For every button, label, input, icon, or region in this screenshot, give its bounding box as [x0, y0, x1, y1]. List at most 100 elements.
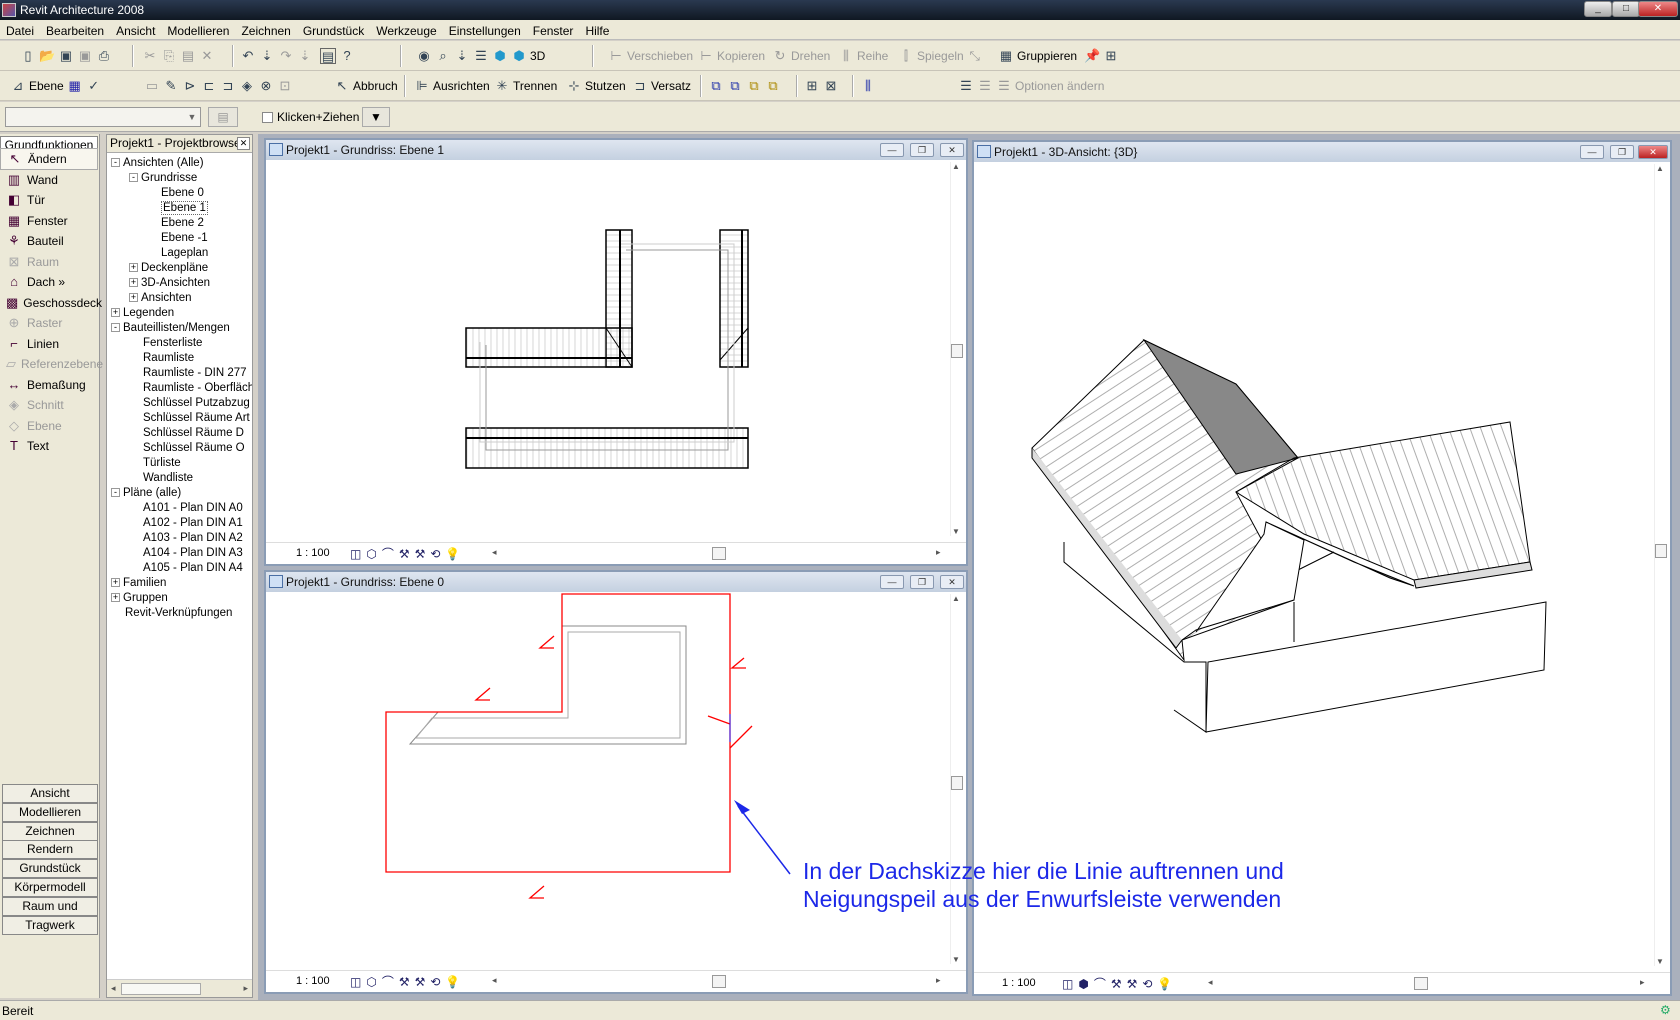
floorplan-level1-window[interactable]: Projekt1 - Grundriss: Ebene 1 — ❐ ✕ ▲ ▼ 1 …	[264, 138, 968, 566]
expand-icon[interactable]: +	[111, 308, 120, 318]
design-bar-item[interactable]: ⌐ Linien	[0, 333, 98, 355]
offset-button[interactable]: Versatz	[651, 79, 691, 93]
save-all-icon[interactable]: ▣	[77, 48, 93, 64]
help-pointer-icon[interactable]: ?	[339, 48, 355, 64]
design-bar-item[interactable]: ⌂ Dach »	[0, 271, 98, 293]
view-control-icons[interactable]: ◫⬡⌒⚒⚒⟲💡	[350, 973, 465, 990]
save-icon[interactable]: ▣	[58, 48, 74, 64]
minimize-icon[interactable]: —	[1580, 145, 1604, 159]
cut-icon[interactable]: ✂	[142, 48, 158, 64]
visibility-icon[interactable]: ◉	[416, 48, 432, 64]
design-bar-item[interactable]: ↔ Bemaßung	[0, 374, 98, 396]
resize-icon[interactable]: ⤡	[967, 48, 983, 64]
expand-icon[interactable]: +	[129, 293, 138, 303]
split-button[interactable]: Trennen	[513, 79, 557, 93]
tree-item[interactable]: + Gruppen	[111, 591, 168, 606]
menu-datei[interactable]: Datei	[0, 20, 40, 40]
tree-item[interactable]: Ebene 1	[147, 201, 208, 216]
scroll-left-icon[interactable]: ◂	[492, 975, 497, 986]
mirror-button[interactable]: Spiegeln	[917, 49, 964, 63]
tree-item[interactable]: +3D-Ansichten	[129, 276, 210, 291]
properties-icon[interactable]: ☰	[473, 48, 489, 64]
design-bar-tab[interactable]: Ansicht	[2, 784, 98, 803]
zoom-list-icon[interactable]: ⇣	[454, 48, 470, 64]
horizontal-scroll-thumb[interactable]	[712, 975, 726, 988]
restore-icon[interactable]: ❐	[1610, 145, 1634, 159]
scale-label[interactable]: 1 : 100	[1002, 977, 1036, 989]
collapse-icon[interactable]: -	[111, 488, 120, 498]
tree-item[interactable]: Ebene 0	[147, 186, 204, 201]
tree-item[interactable]: Schlüssel Räume O	[129, 441, 245, 456]
vertical-scrollbar[interactable]: ▲ ▼	[1654, 164, 1667, 966]
cancel-button[interactable]: Abbruch	[353, 79, 398, 93]
tree-item[interactable]: Ebene 2	[147, 216, 204, 231]
menu-werkzeuge[interactable]: Werkzeuge	[370, 20, 442, 40]
redo-icon[interactable]: ↷	[278, 48, 294, 64]
browser-hscrollbar[interactable]: ◂ ▸	[107, 979, 252, 997]
tree-item[interactable]: Türliste	[129, 456, 181, 471]
print-icon[interactable]: ⎙	[96, 48, 112, 64]
filter-icon[interactable]: ▼	[362, 107, 390, 127]
design-bar-tab[interactable]: Modellieren	[2, 802, 98, 822]
floorplan-level1-canvas[interactable]	[266, 160, 950, 544]
thin-lines-icon[interactable]: ▤	[320, 48, 336, 64]
close-icon[interactable]: ✕	[940, 575, 964, 589]
click-drag-checkbox[interactable]	[262, 112, 273, 123]
collapse-icon[interactable]: -	[111, 158, 120, 168]
vertical-scrollbar[interactable]: ▲ ▼	[950, 162, 963, 536]
close-icon[interactable]: ✕	[237, 137, 250, 150]
tool-e-icon[interactable]: ⊗	[258, 78, 274, 94]
tree-item[interactable]: - Pläne (alle)	[111, 486, 181, 501]
undo-list-icon[interactable]: ⇣	[259, 48, 275, 64]
collapse-icon[interactable]: -	[129, 173, 138, 183]
menu-fenster[interactable]: Fenster	[527, 20, 580, 40]
window-titlebar[interactable]: Projekt1 - Grundriss: Ebene 0 — ❐ ✕	[266, 572, 966, 592]
design-bar-item[interactable]: T Text	[0, 435, 98, 457]
scale-label[interactable]: 1 : 100	[296, 547, 330, 559]
design-bar-item[interactable]: ◇ Ebene	[0, 415, 98, 437]
redo-list-icon[interactable]: ⇣	[297, 48, 313, 64]
tree-item[interactable]: Raumliste	[129, 351, 194, 366]
design-bar-item[interactable]: ▦ Fenster	[0, 210, 98, 232]
tree-item[interactable]: - Grundrisse	[129, 171, 197, 186]
menu-zeichnen[interactable]: Zeichnen	[235, 20, 296, 40]
3d-view-button[interactable]: 3D	[530, 49, 545, 63]
align-button[interactable]: Ausrichten	[433, 79, 490, 93]
design-bar-tab[interactable]: Tragwerk	[2, 915, 98, 935]
tree-item[interactable]: Wandliste	[129, 471, 193, 486]
minimize-icon[interactable]: —	[880, 143, 904, 157]
tree-item[interactable]: Schlüssel Putzabzug	[129, 396, 250, 411]
scroll-right-icon[interactable]: ▸	[936, 975, 941, 986]
type-selector[interactable]: ▼	[5, 107, 201, 127]
tool-c-icon[interactable]: ⊏	[201, 78, 217, 94]
window-titlebar[interactable]: Projekt1 - Grundriss: Ebene 1 — ❐ ✕	[266, 140, 966, 160]
options-a-icon[interactable]: ☰	[958, 78, 974, 94]
minimize-icon[interactable]: —	[880, 575, 904, 589]
design-bar-tab[interactable]: Körpermodell	[2, 878, 98, 897]
design-bar-item[interactable]: ↖ Ändern	[0, 148, 98, 170]
3d-view-icon[interactable]: ⬢	[511, 48, 527, 64]
options-b-icon[interactable]: ☰	[977, 78, 993, 94]
group-button[interactable]: Gruppieren	[1017, 49, 1077, 63]
eyedropper-icon[interactable]: ✎	[163, 78, 179, 94]
scroll-left-icon[interactable]: ◂	[1208, 977, 1213, 988]
paint-icon[interactable]: ◈	[239, 78, 255, 94]
menu-hilfe[interactable]: Hilfe	[579, 20, 615, 40]
collapse-icon[interactable]: -	[111, 323, 120, 333]
restore-icon[interactable]: ❐	[910, 575, 934, 589]
tree-item[interactable]: Raumliste - Oberfläche	[129, 381, 252, 396]
view-control-icons[interactable]: ◫⬢⌒⚒⚒⟲💡	[1062, 975, 1177, 992]
tool-f-icon[interactable]: ⊡	[277, 78, 293, 94]
close-icon[interactable]: ✕	[1638, 145, 1668, 159]
scroll-right-icon[interactable]: ▸	[936, 547, 941, 558]
level-button[interactable]: Ebene	[29, 79, 64, 93]
hatch-icon[interactable]: ▦	[67, 78, 83, 94]
menu-grundstueck[interactable]: Grundstück	[297, 20, 370, 40]
properties-button[interactable]: ▤	[208, 107, 238, 127]
change-options-button[interactable]: Optionen ändern	[1015, 79, 1104, 93]
tree-item[interactable]: + Ansichten	[129, 291, 192, 306]
tree-item[interactable]: - Bauteillisten/Mengen	[111, 321, 230, 336]
open-icon[interactable]: 📂	[39, 48, 55, 64]
design-bar-item[interactable]: ▥ Wand	[0, 169, 98, 191]
trim-button[interactable]: Stutzen	[585, 79, 626, 93]
